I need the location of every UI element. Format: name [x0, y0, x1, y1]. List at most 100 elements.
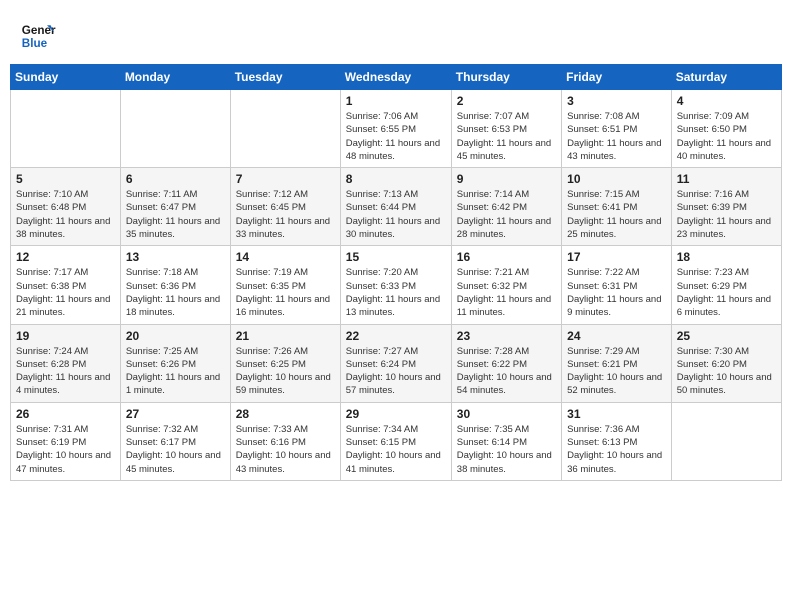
week-row-1: 5 Sunrise: 7:10 AM Sunset: 6:48 PM Daylig… — [11, 168, 782, 246]
day-number: 23 — [457, 329, 556, 343]
day-info: Sunrise: 7:19 AM Sunset: 6:35 PM Dayligh… — [236, 266, 335, 319]
calendar-cell: 27 Sunrise: 7:32 AM Sunset: 6:17 PM Dayli… — [120, 402, 230, 480]
calendar-cell: 10 Sunrise: 7:15 AM Sunset: 6:41 PM Dayli… — [562, 168, 672, 246]
day-number: 24 — [567, 329, 666, 343]
calendar-cell: 11 Sunrise: 7:16 AM Sunset: 6:39 PM Dayli… — [671, 168, 781, 246]
day-number: 13 — [126, 250, 225, 264]
calendar-table: SundayMondayTuesdayWednesdayThursdayFrid… — [10, 64, 782, 481]
day-header-wednesday: Wednesday — [340, 65, 451, 90]
day-number: 16 — [457, 250, 556, 264]
svg-text:Blue: Blue — [22, 37, 48, 50]
calendar-cell: 19 Sunrise: 7:24 AM Sunset: 6:28 PM Dayli… — [11, 324, 121, 402]
day-info: Sunrise: 7:08 AM Sunset: 6:51 PM Dayligh… — [567, 110, 666, 163]
day-info: Sunrise: 7:36 AM Sunset: 6:13 PM Dayligh… — [567, 423, 666, 476]
calendar-cell: 7 Sunrise: 7:12 AM Sunset: 6:45 PM Daylig… — [230, 168, 340, 246]
day-number: 7 — [236, 172, 335, 186]
calendar-cell: 4Sunrise: 7:09 AM Sunset: 6:50 PM Daylig… — [671, 90, 781, 168]
calendar-cell: 30 Sunrise: 7:35 AM Sunset: 6:14 PM Dayli… — [451, 402, 561, 480]
day-info: Sunrise: 7:22 AM Sunset: 6:31 PM Dayligh… — [567, 266, 666, 319]
calendar-cell: 5 Sunrise: 7:10 AM Sunset: 6:48 PM Daylig… — [11, 168, 121, 246]
calendar-cell: 18Sunrise: 7:23 AM Sunset: 6:29 PM Dayli… — [671, 246, 781, 324]
day-header-sunday: Sunday — [11, 65, 121, 90]
calendar-cell — [671, 402, 781, 480]
day-info: Sunrise: 7:35 AM Sunset: 6:14 PM Dayligh… — [457, 423, 556, 476]
logo-icon: General Blue — [20, 18, 56, 54]
day-info: Sunrise: 7:27 AM Sunset: 6:24 PM Dayligh… — [346, 345, 446, 398]
day-info: Sunrise: 7:11 AM Sunset: 6:47 PM Dayligh… — [126, 188, 225, 241]
day-info: Sunrise: 7:10 AM Sunset: 6:48 PM Dayligh… — [16, 188, 115, 241]
calendar-cell: 29 Sunrise: 7:34 AM Sunset: 6:15 PM Dayli… — [340, 402, 451, 480]
day-number: 25 — [677, 329, 776, 343]
day-header-saturday: Saturday — [671, 65, 781, 90]
calendar-cell: 16 Sunrise: 7:21 AM Sunset: 6:32 PM Dayli… — [451, 246, 561, 324]
calendar-cell: 24 Sunrise: 7:29 AM Sunset: 6:21 PM Dayli… — [562, 324, 672, 402]
week-row-3: 19 Sunrise: 7:24 AM Sunset: 6:28 PM Dayli… — [11, 324, 782, 402]
day-header-tuesday: Tuesday — [230, 65, 340, 90]
calendar-cell: 23 Sunrise: 7:28 AM Sunset: 6:22 PM Dayli… — [451, 324, 561, 402]
day-info: Sunrise: 7:20 AM Sunset: 6:33 PM Dayligh… — [346, 266, 446, 319]
day-number: 21 — [236, 329, 335, 343]
day-number: 9 — [457, 172, 556, 186]
calendar-cell: 31Sunrise: 7:36 AM Sunset: 6:13 PM Dayli… — [562, 402, 672, 480]
calendar-cell: 14Sunrise: 7:19 AM Sunset: 6:35 PM Dayli… — [230, 246, 340, 324]
calendar-cell: 20 Sunrise: 7:25 AM Sunset: 6:26 PM Dayli… — [120, 324, 230, 402]
day-info: Sunrise: 7:25 AM Sunset: 6:26 PM Dayligh… — [126, 345, 225, 398]
day-info: Sunrise: 7:29 AM Sunset: 6:21 PM Dayligh… — [567, 345, 666, 398]
day-header-thursday: Thursday — [451, 65, 561, 90]
day-number: 3 — [567, 94, 666, 108]
day-number: 6 — [126, 172, 225, 186]
day-number: 30 — [457, 407, 556, 421]
day-info: Sunrise: 7:06 AM Sunset: 6:55 PM Dayligh… — [346, 110, 446, 163]
day-info: Sunrise: 7:07 AM Sunset: 6:53 PM Dayligh… — [457, 110, 556, 163]
day-info: Sunrise: 7:24 AM Sunset: 6:28 PM Dayligh… — [16, 345, 115, 398]
day-number: 22 — [346, 329, 446, 343]
day-number: 8 — [346, 172, 446, 186]
day-info: Sunrise: 7:31 AM Sunset: 6:19 PM Dayligh… — [16, 423, 115, 476]
calendar-cell: 26 Sunrise: 7:31 AM Sunset: 6:19 PM Dayli… — [11, 402, 121, 480]
day-info: Sunrise: 7:34 AM Sunset: 6:15 PM Dayligh… — [346, 423, 446, 476]
day-info: Sunrise: 7:13 AM Sunset: 6:44 PM Dayligh… — [346, 188, 446, 241]
calendar-cell: 1 Sunrise: 7:06 AM Sunset: 6:55 PM Daylig… — [340, 90, 451, 168]
calendar-cell: 6 Sunrise: 7:11 AM Sunset: 6:47 PM Daylig… — [120, 168, 230, 246]
day-number: 28 — [236, 407, 335, 421]
calendar-cell: 28 Sunrise: 7:33 AM Sunset: 6:16 PM Dayli… — [230, 402, 340, 480]
calendar-cell: 21 Sunrise: 7:26 AM Sunset: 6:25 PM Dayli… — [230, 324, 340, 402]
day-info: Sunrise: 7:32 AM Sunset: 6:17 PM Dayligh… — [126, 423, 225, 476]
day-info: Sunrise: 7:26 AM Sunset: 6:25 PM Dayligh… — [236, 345, 335, 398]
day-info: Sunrise: 7:28 AM Sunset: 6:22 PM Dayligh… — [457, 345, 556, 398]
week-row-4: 26 Sunrise: 7:31 AM Sunset: 6:19 PM Dayli… — [11, 402, 782, 480]
calendar-cell: 9Sunrise: 7:14 AM Sunset: 6:42 PM Daylig… — [451, 168, 561, 246]
day-info: Sunrise: 7:30 AM Sunset: 6:20 PM Dayligh… — [677, 345, 776, 398]
calendar-cell: 8 Sunrise: 7:13 AM Sunset: 6:44 PM Daylig… — [340, 168, 451, 246]
day-header-friday: Friday — [562, 65, 672, 90]
day-number: 5 — [16, 172, 115, 186]
calendar-cell: 3 Sunrise: 7:08 AM Sunset: 6:51 PM Daylig… — [562, 90, 672, 168]
logo: General Blue — [20, 18, 56, 54]
week-row-2: 12Sunrise: 7:17 AM Sunset: 6:38 PM Dayli… — [11, 246, 782, 324]
day-info: Sunrise: 7:16 AM Sunset: 6:39 PM Dayligh… — [677, 188, 776, 241]
day-info: Sunrise: 7:12 AM Sunset: 6:45 PM Dayligh… — [236, 188, 335, 241]
calendar-cell: 15Sunrise: 7:20 AM Sunset: 6:33 PM Dayli… — [340, 246, 451, 324]
week-row-0: 1 Sunrise: 7:06 AM Sunset: 6:55 PM Daylig… — [11, 90, 782, 168]
calendar-cell — [11, 90, 121, 168]
day-number: 11 — [677, 172, 776, 186]
day-header-monday: Monday — [120, 65, 230, 90]
day-number: 12 — [16, 250, 115, 264]
calendar-cell: 22 Sunrise: 7:27 AM Sunset: 6:24 PM Dayli… — [340, 324, 451, 402]
calendar-cell: 13 Sunrise: 7:18 AM Sunset: 6:36 PM Dayli… — [120, 246, 230, 324]
day-number: 27 — [126, 407, 225, 421]
calendar-cell: 2Sunrise: 7:07 AM Sunset: 6:53 PM Daylig… — [451, 90, 561, 168]
day-number: 20 — [126, 329, 225, 343]
day-info: Sunrise: 7:09 AM Sunset: 6:50 PM Dayligh… — [677, 110, 776, 163]
day-number: 29 — [346, 407, 446, 421]
calendar-cell: 17Sunrise: 7:22 AM Sunset: 6:31 PM Dayli… — [562, 246, 672, 324]
calendar-cell — [230, 90, 340, 168]
day-info: Sunrise: 7:18 AM Sunset: 6:36 PM Dayligh… — [126, 266, 225, 319]
day-number: 26 — [16, 407, 115, 421]
day-info: Sunrise: 7:21 AM Sunset: 6:32 PM Dayligh… — [457, 266, 556, 319]
day-info: Sunrise: 7:33 AM Sunset: 6:16 PM Dayligh… — [236, 423, 335, 476]
day-number: 19 — [16, 329, 115, 343]
day-number: 1 — [346, 94, 446, 108]
day-info: Sunrise: 7:15 AM Sunset: 6:41 PM Dayligh… — [567, 188, 666, 241]
day-number: 10 — [567, 172, 666, 186]
